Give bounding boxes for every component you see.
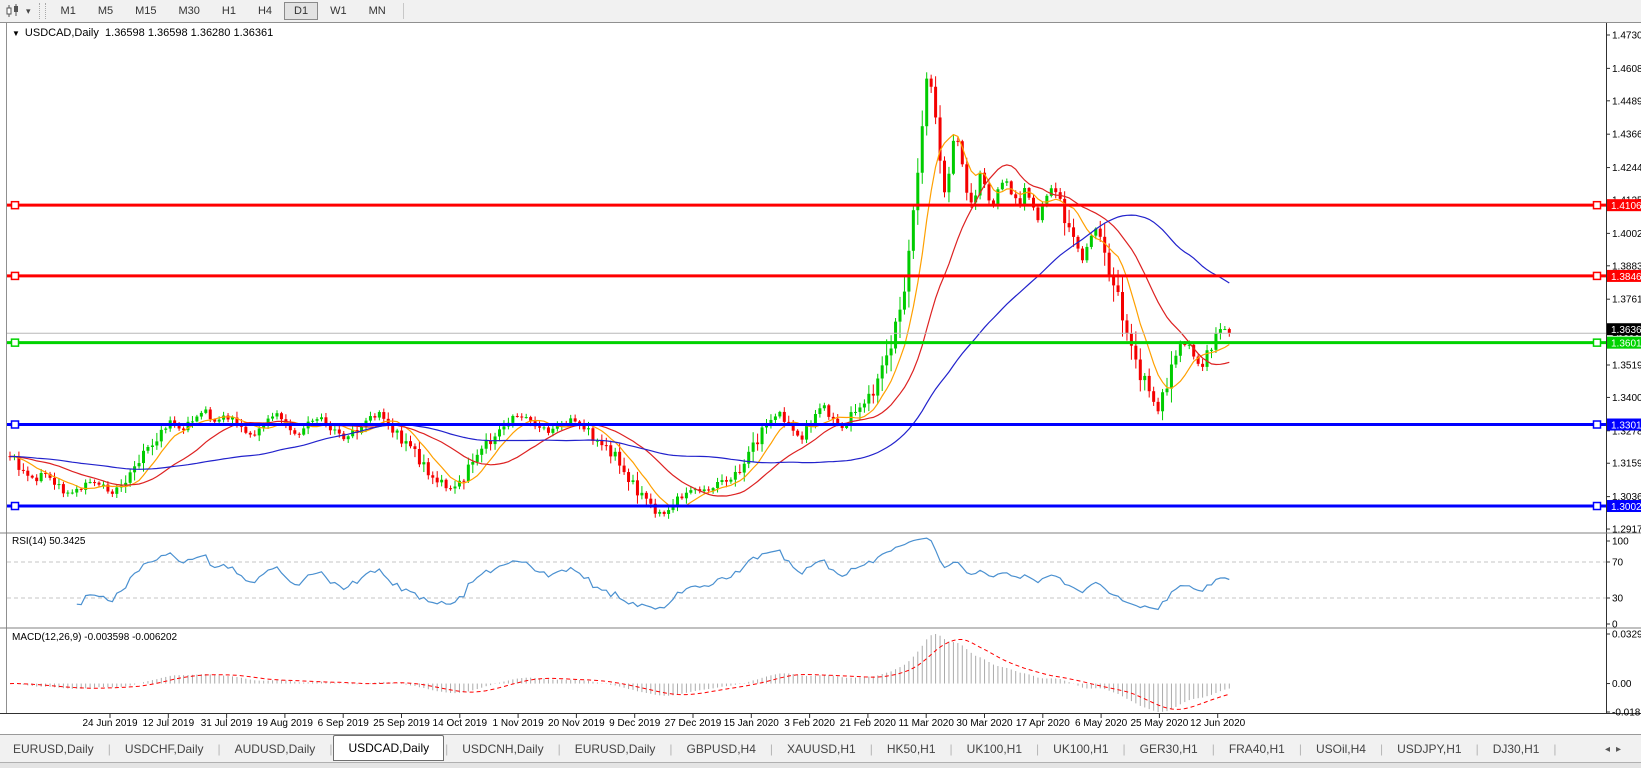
tab-scroll-right-icon[interactable]: ▸ xyxy=(1616,744,1627,755)
price-label-1.41060: 1.41060 xyxy=(1607,199,1641,212)
hline-1.41060[interactable] xyxy=(7,200,1606,210)
rsi-axis[interactable]: 10070300 xyxy=(1606,537,1629,631)
date-axis[interactable]: 24 Jun 2019 12 Jul 2019 31 Jul 2019 19 Aug … xyxy=(0,714,1641,733)
chart-tab-usoil-h4[interactable]: USOil,H4 xyxy=(1303,738,1379,760)
svg-text:1.44890: 1.44890 xyxy=(1612,96,1641,107)
chart-tab-fra40-h1[interactable]: FRA40,H1 xyxy=(1216,738,1298,760)
hline-handle[interactable] xyxy=(10,420,20,429)
svg-text:1.42440: 1.42440 xyxy=(1612,163,1641,174)
chart-tab-xauusd-h1[interactable]: XAUUSD,H1 xyxy=(774,738,869,760)
svg-text:1.33011: 1.33011 xyxy=(1611,421,1641,432)
svg-text:1.36015: 1.36015 xyxy=(1611,339,1641,350)
rsi-label: RSI(14) 50.3425 xyxy=(12,536,86,547)
chart-tab-usdcnh-daily[interactable]: USDCNH,Daily xyxy=(449,738,556,760)
svg-text:1.30020: 1.30020 xyxy=(1611,502,1641,513)
symbol-timeframe-label: USDCAD,Daily xyxy=(24,27,99,39)
chart-tab-dj30-h1[interactable]: DJ30,H1 xyxy=(1480,738,1553,760)
chart-tab-eurusd-daily[interactable]: EURUSD,Daily xyxy=(0,738,107,760)
hline-handle[interactable] xyxy=(1592,271,1602,281)
hline-1.36015[interactable] xyxy=(7,338,1606,347)
macd-signal-line[interactable] xyxy=(9,639,1230,710)
svg-text:1.43665: 1.43665 xyxy=(1612,130,1641,141)
chart-tab-bar: EURUSD,Daily | USDCHF,Daily | AUDUSD,Daily | U… xyxy=(0,734,1641,763)
price-label-1.33011: 1.33011 xyxy=(1607,418,1641,432)
ohlc-values: 1.36598 1.36598 1.36280 1.36361 xyxy=(105,27,274,39)
svg-text:1.38464: 1.38464 xyxy=(1611,272,1641,283)
collapse-arrow-icon[interactable]: ▼ xyxy=(12,29,20,38)
hline-handle[interactable] xyxy=(10,200,20,210)
chart-title: ▼ USDCAD,Daily 1.36598 1.36598 1.36280 1.… xyxy=(12,27,273,39)
hline-handle[interactable] xyxy=(1592,200,1602,210)
chart-tab-uk100-h1[interactable]: UK100,H1 xyxy=(1040,738,1121,760)
hline-handle[interactable] xyxy=(10,271,20,281)
tab-separator: | xyxy=(1553,742,1557,756)
svg-text:1.47305: 1.47305 xyxy=(1612,31,1641,42)
svg-text:1.31590: 1.31590 xyxy=(1612,459,1641,470)
price-label-1.38464: 1.38464 xyxy=(1607,269,1641,283)
chart-tab-hk50-h1[interactable]: HK50,H1 xyxy=(874,738,949,760)
svg-text:100: 100 xyxy=(1612,537,1629,548)
svg-text:1.34005: 1.34005 xyxy=(1612,393,1641,404)
chart-tab-ger30-h1[interactable]: GER30,H1 xyxy=(1127,738,1211,760)
macd-label: MACD(12,26,9) -0.003598 -0.006202 xyxy=(12,632,178,643)
chart-tab-usdjpy-h1[interactable]: USDJPY,H1 xyxy=(1384,738,1474,760)
hline-handle[interactable] xyxy=(1592,420,1602,429)
svg-text:1.46080: 1.46080 xyxy=(1612,64,1641,75)
svg-text:30: 30 xyxy=(1612,594,1624,605)
svg-text:1.40025: 1.40025 xyxy=(1612,229,1641,240)
chart-tab-gbpusd-h4[interactable]: GBPUSD,H4 xyxy=(674,738,769,760)
mt4-window: ▾ M1 M5 M15 M30 H1 H4 D1 W1 MN ▼ USDCAD,Daily 1.3… xyxy=(0,0,1641,768)
macd-axis[interactable]: 0.0329720.00-0.018154 xyxy=(1606,630,1641,719)
date-label: 12 Jun 2020 xyxy=(1190,718,1246,729)
chart-tab-uk100-h1[interactable]: UK100,H1 xyxy=(954,738,1035,760)
svg-text:0.00: 0.00 xyxy=(1612,679,1632,690)
svg-text:1.29175: 1.29175 xyxy=(1612,525,1641,536)
candles-group xyxy=(8,72,1231,519)
svg-text:1.35195: 1.35195 xyxy=(1612,360,1641,371)
price-label-1.36015: 1.36015 xyxy=(1607,336,1641,350)
chart-tab-eurusd-daily[interactable]: EURUSD,Daily xyxy=(562,738,669,760)
macd-histogram xyxy=(13,634,1230,712)
price-axis[interactable]: 1.473051.460801.448901.436651.424401.412… xyxy=(1606,31,1641,536)
hline-handle[interactable] xyxy=(10,501,20,511)
chart-tab-usdchf-daily[interactable]: USDCHF,Daily xyxy=(112,738,217,760)
svg-text:1.41060: 1.41060 xyxy=(1611,201,1641,212)
svg-text:1.36361: 1.36361 xyxy=(1611,325,1641,336)
svg-text:70: 70 xyxy=(1612,558,1624,569)
rsi-line[interactable] xyxy=(76,537,1230,611)
hline-1.38464[interactable] xyxy=(7,271,1606,281)
hline-handle[interactable] xyxy=(10,338,20,347)
tab-scroll-left-icon[interactable]: ◂ xyxy=(1605,744,1616,755)
chart-tab-usdcad-daily[interactable]: USDCAD,Daily xyxy=(333,735,445,761)
hline-handle[interactable] xyxy=(1592,501,1602,511)
svg-text:1.37610: 1.37610 xyxy=(1612,295,1641,306)
hline-1.30020[interactable] xyxy=(7,501,1606,511)
price-label-1.30020: 1.30020 xyxy=(1607,500,1641,513)
current-price-label: 1.36361 xyxy=(1607,323,1641,336)
window-bottom-strip xyxy=(0,762,1641,768)
hline-handle[interactable] xyxy=(1592,338,1602,347)
chart-canvas[interactable]: 1.473051.460801.448901.436651.424401.412… xyxy=(0,0,1641,734)
chart-tab-audusd-daily[interactable]: AUDUSD,Daily xyxy=(222,738,329,760)
svg-text:0.032972: 0.032972 xyxy=(1612,630,1641,641)
